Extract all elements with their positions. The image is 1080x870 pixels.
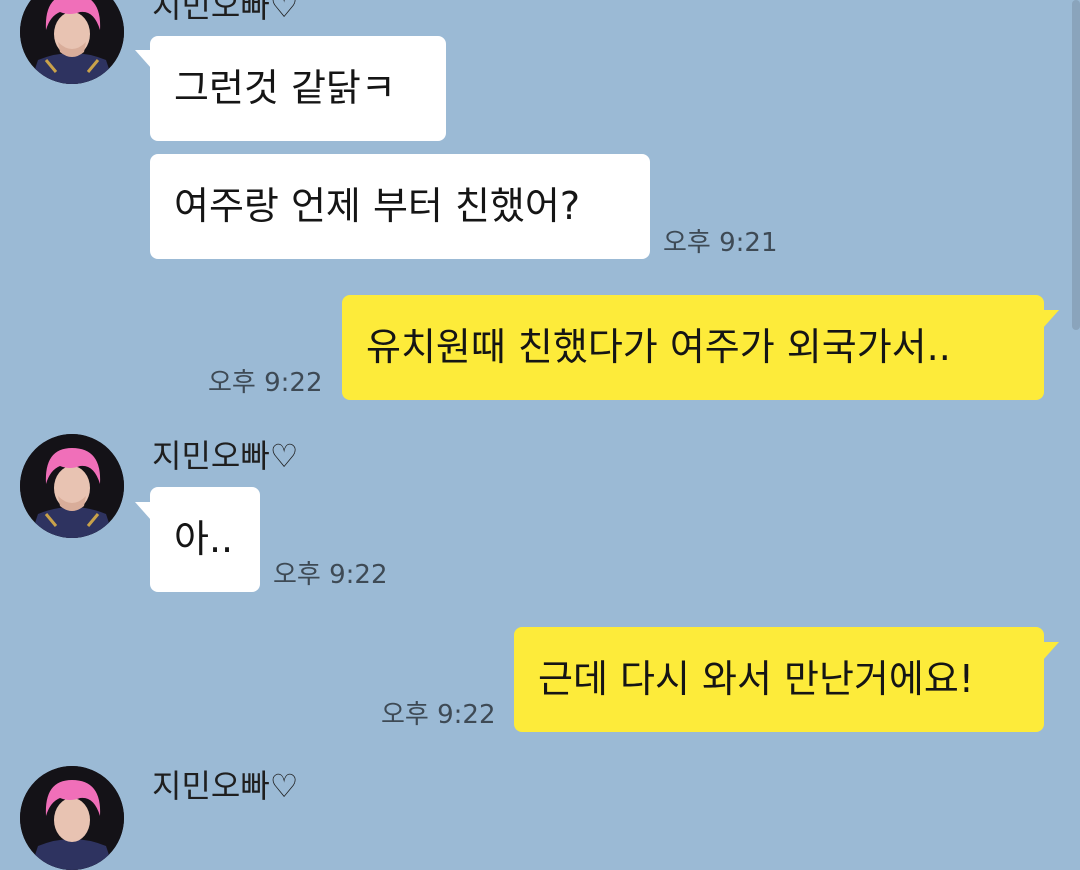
message-time: 오후 9:21: [663, 228, 778, 258]
profile-photo-icon: [20, 0, 124, 84]
bubble-tail: [135, 50, 151, 68]
message-bubble-incoming[interactable]: 그런것 같닭ㅋ: [150, 36, 446, 141]
message-bubble-outgoing[interactable]: 유치원때 친했다가 여주가 외국가서..: [342, 295, 1044, 400]
message-text: 유치원때 친했다가 여주가 외국가서..: [366, 325, 951, 369]
message-bubble-incoming[interactable]: 여주랑 언제 부터 친했어?: [150, 154, 650, 259]
bubble-tail: [135, 502, 151, 520]
bubble-tail: [1043, 310, 1059, 328]
message-text: 여주랑 언제 부터 친했어?: [174, 184, 581, 228]
bubble-tail: [1043, 642, 1059, 660]
profile-photo-icon: [20, 434, 124, 538]
profile-photo-icon: [20, 766, 124, 870]
avatar[interactable]: [20, 434, 124, 538]
avatar[interactable]: [20, 766, 124, 870]
message-bubble-outgoing[interactable]: 근데 다시 와서 만난거에요!: [514, 627, 1044, 732]
message-time: 오후 9:22: [273, 560, 388, 590]
message-text: 그런것 같닭ㅋ: [174, 66, 396, 110]
avatar[interactable]: [20, 0, 124, 84]
message-text: 아..: [174, 517, 234, 561]
message-time: 오후 9:22: [208, 368, 323, 398]
message-text: 근데 다시 와서 만난거에요!: [538, 657, 975, 701]
sender-name: 지민오빠♡: [152, 767, 299, 805]
scrollbar[interactable]: [1072, 0, 1080, 330]
message-time: 오후 9:22: [381, 700, 496, 730]
sender-name: 지민오빠♡: [152, 437, 299, 475]
message-bubble-incoming[interactable]: 아..: [150, 487, 260, 592]
sender-name: 지민오빠♡: [152, 0, 299, 25]
